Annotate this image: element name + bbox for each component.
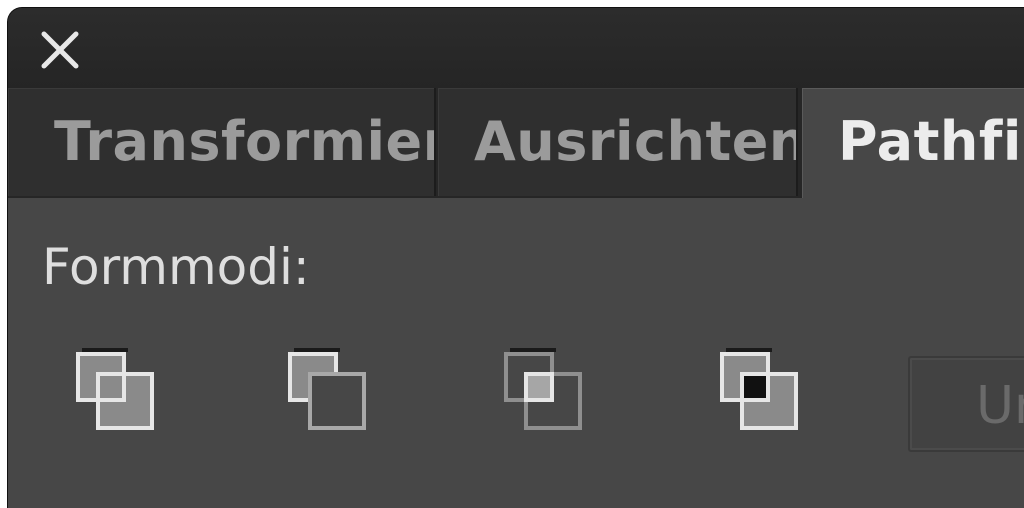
intersect-icon	[504, 348, 582, 430]
unite-button[interactable]	[72, 348, 162, 438]
unite-icon	[76, 348, 154, 430]
tab-bar: Transformieren Ausrichten Pathfinder	[8, 88, 1024, 202]
tab-transformieren[interactable]: Transformieren	[8, 88, 436, 196]
panel-titlebar	[8, 8, 1024, 88]
umwandeln-button[interactable]: Umwandeln	[908, 356, 1024, 452]
exclude-icon	[720, 348, 798, 430]
shape-modes-label: Formmodi:	[42, 238, 310, 296]
exclude-button[interactable]	[716, 348, 806, 438]
tab-pathfinder[interactable]: Pathfinder	[802, 88, 1024, 202]
tab-ausrichten[interactable]: Ausrichten	[438, 88, 798, 196]
pathfinder-panel: Transformieren Ausrichten Pathfinder For…	[8, 8, 1024, 508]
panel-content: Formmodi: U	[8, 198, 1024, 508]
minus-front-button[interactable]	[284, 348, 374, 438]
close-icon[interactable]	[38, 28, 82, 72]
intersect-button[interactable]	[500, 348, 590, 438]
minus-front-icon	[288, 348, 366, 430]
